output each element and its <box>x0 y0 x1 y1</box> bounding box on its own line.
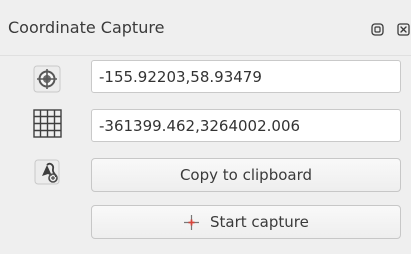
project-crs-coordinate-field[interactable] <box>91 109 401 142</box>
float-dock-icon[interactable] <box>371 22 385 36</box>
panel-titlebar: Coordinate Capture <box>0 0 411 56</box>
mouse-tracking-icon[interactable] <box>34 159 60 185</box>
close-icon[interactable] <box>397 22 411 36</box>
grid-icon <box>32 108 63 139</box>
copy-to-clipboard-label: Copy to clipboard <box>179 166 313 185</box>
wgs84-coordinate-field[interactable] <box>91 60 401 93</box>
crosshair-globe-icon <box>33 65 61 93</box>
panel-title: Coordinate Capture <box>8 18 165 37</box>
start-capture-button[interactable]: Start capture <box>91 205 401 239</box>
start-capture-label: Start capture <box>209 213 309 232</box>
copy-to-clipboard-button[interactable]: Copy to clipboard <box>91 158 401 192</box>
capture-crosshair-icon <box>183 214 200 231</box>
coordinate-capture-panel: Coordinate Capture -155.92203,58.93479 -… <box>0 0 411 254</box>
